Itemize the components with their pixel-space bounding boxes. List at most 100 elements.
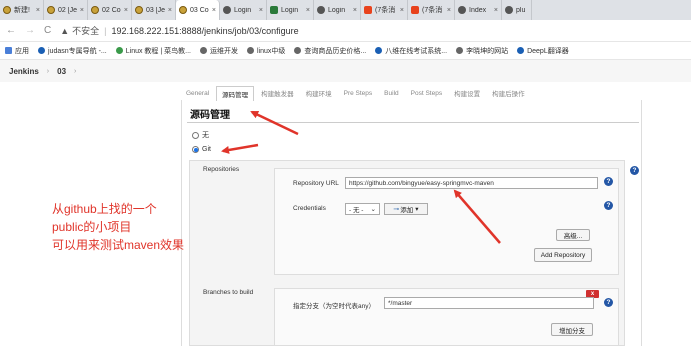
jenkins-icon (3, 6, 11, 14)
close-icon[interactable]: × (212, 7, 216, 14)
bookmark-linux-runoob[interactable]: Linux 教程 | 菜鸟教... (115, 46, 191, 56)
caret-down-icon: ▾ (415, 206, 419, 213)
bookmark-icon (294, 47, 302, 54)
branch-specifier-input[interactable]: */master (384, 297, 594, 309)
image-icon (270, 6, 278, 14)
annotation-text: 从github上找的一个 public的小项目 可以用来测试maven效果 (52, 202, 185, 252)
tab-triggers[interactable]: 构建触发器 (256, 86, 299, 100)
repository-url-input[interactable]: https://github.com/bingyue/easy-springmv… (345, 177, 598, 189)
browser-tab[interactable]: 02 Co × (88, 0, 132, 20)
jenkins-icon (91, 6, 99, 14)
bookmark-linux-mid[interactable]: linux中级 (246, 46, 285, 56)
repository-url-label: Repository URL (293, 180, 339, 187)
bookmark-exam[interactable]: 八维在线考试系统... (375, 46, 447, 56)
bookmark-judasn[interactable]: judasn专属导航 -... (38, 46, 107, 56)
breadcrumb-jenkins[interactable]: Jenkins (9, 67, 39, 76)
tab-post-build[interactable]: 构建后操作 (487, 86, 530, 100)
browser-tab-active[interactable]: 03 Co × (176, 0, 220, 20)
breadcrumb: Jenkins › 03 › (0, 60, 691, 82)
close-icon[interactable]: × (80, 7, 84, 14)
bookmark-icon (517, 47, 525, 54)
tab-pre-steps[interactable]: Pre Steps (339, 88, 378, 99)
close-icon[interactable]: × (259, 7, 263, 14)
close-icon[interactable]: × (306, 7, 310, 14)
radio-none[interactable] (192, 131, 199, 139)
section-title: 源码管理 (190, 110, 230, 121)
close-icon[interactable]: × (400, 7, 404, 14)
help-icon[interactable]: ? (604, 201, 613, 210)
bookmark-apps[interactable]: 应用 (5, 46, 29, 56)
credentials-select[interactable]: - 无 - ⌄ (345, 203, 380, 215)
chevron-down-icon: ⌄ (370, 206, 376, 213)
add-credentials-button[interactable]: ⊸ 添加 ▾ (384, 203, 428, 215)
scm-option-git[interactable]: Git (192, 146, 211, 153)
bookmark-icon (38, 47, 45, 54)
add-branch-button[interactable]: 增加分支 (551, 323, 593, 336)
bookmark-deepl[interactable]: DeepL翻译器 (517, 46, 569, 56)
chevron-right-icon[interactable]: › (74, 68, 76, 75)
browser-tab[interactable]: Login × (220, 0, 267, 20)
tab-build-settings[interactable]: 构建设置 (449, 86, 485, 100)
jenkins-icon (135, 6, 143, 14)
browser-tab[interactable]: plu (502, 0, 532, 20)
browser-tab-strip: 新建! × 02 [Je × 02 Co × 03 [Je × 03 Co × Login… (0, 0, 691, 20)
close-icon[interactable]: × (353, 7, 357, 14)
bookmark-lxk-site[interactable]: 李晓坤的网站 (456, 46, 508, 56)
tab-build-env[interactable]: 构建环境 (301, 86, 337, 100)
tab-scm[interactable]: 源码管理 (216, 85, 255, 101)
tab-build[interactable]: Build (379, 88, 403, 99)
breadcrumb-job[interactable]: 03 (57, 67, 66, 76)
csdn-icon (411, 6, 419, 14)
branches-label: Branches to build (203, 289, 254, 296)
insecure-label: 不安全 (72, 26, 100, 36)
apps-grid-icon (5, 47, 12, 54)
scm-option-none[interactable]: 无 (192, 130, 209, 140)
browser-tab[interactable]: 03 [Je × (132, 0, 176, 20)
branch-specifier-label: 指定分支（为空时代表any） (293, 303, 375, 310)
browser-tab[interactable]: (7条消 × (408, 0, 455, 20)
globe-icon (505, 6, 513, 14)
radio-git[interactable] (192, 146, 199, 153)
url-separator: | (104, 25, 107, 36)
close-icon[interactable]: × (36, 7, 40, 14)
bookmark-icon (115, 47, 123, 54)
bookmark-icon (456, 47, 464, 54)
globe-icon (458, 6, 466, 14)
address-bar: ← → C ▲ 不安全 | 192.168.222.151:8888/jenki… (0, 20, 691, 42)
browser-tab[interactable]: Login × (267, 0, 314, 20)
help-icon[interactable]: ? (604, 177, 613, 186)
jenkins-icon (179, 6, 187, 14)
reload-icon[interactable]: C (44, 25, 51, 36)
add-repository-button[interactable]: Add Repository (534, 248, 592, 262)
browser-tab[interactable]: (7条消 × (361, 0, 408, 20)
globe-icon (317, 6, 325, 14)
help-icon[interactable]: ? (604, 298, 613, 307)
browser-tab[interactable]: Login × (314, 0, 361, 20)
close-icon[interactable]: × (447, 7, 451, 14)
repositories-label: Repositories (203, 166, 240, 173)
jenkins-icon (47, 6, 55, 14)
config-tabs: General 源码管理 构建触发器 构建环境 Pre Steps Build … (181, 85, 642, 101)
credentials-label: Credentials (293, 205, 326, 212)
browser-tab[interactable]: Index × (455, 0, 502, 20)
bookmark-devops[interactable]: 运维开发 (199, 46, 238, 56)
browser-tab[interactable]: 02 [Je × (44, 0, 88, 20)
bookmark-price-history[interactable]: 查询商品历史价格... (294, 46, 366, 56)
url-text[interactable]: 192.168.222.151:8888/jenkins/job/03/conf… (112, 26, 299, 36)
warning-icon[interactable]: ▲ (60, 26, 69, 36)
back-icon[interactable]: ← (6, 25, 16, 36)
csdn-icon (364, 6, 372, 14)
tab-general[interactable]: General (181, 88, 214, 99)
divider (187, 122, 639, 123)
close-icon[interactable]: × (168, 7, 172, 14)
browser-tab[interactable]: 新建! × (0, 0, 44, 20)
advanced-button[interactable]: 高级... (556, 229, 590, 241)
tab-post-steps[interactable]: Post Steps (406, 88, 447, 99)
close-icon[interactable]: × (124, 7, 128, 14)
close-icon[interactable]: × (494, 7, 498, 14)
bookmark-icon (199, 47, 207, 54)
url-box[interactable]: ▲ 不安全 | 192.168.222.151:8888/jenkins/job… (60, 24, 298, 37)
globe-icon (223, 6, 231, 14)
forward-icon[interactable]: → (25, 25, 35, 36)
help-icon[interactable]: ? (630, 166, 639, 175)
